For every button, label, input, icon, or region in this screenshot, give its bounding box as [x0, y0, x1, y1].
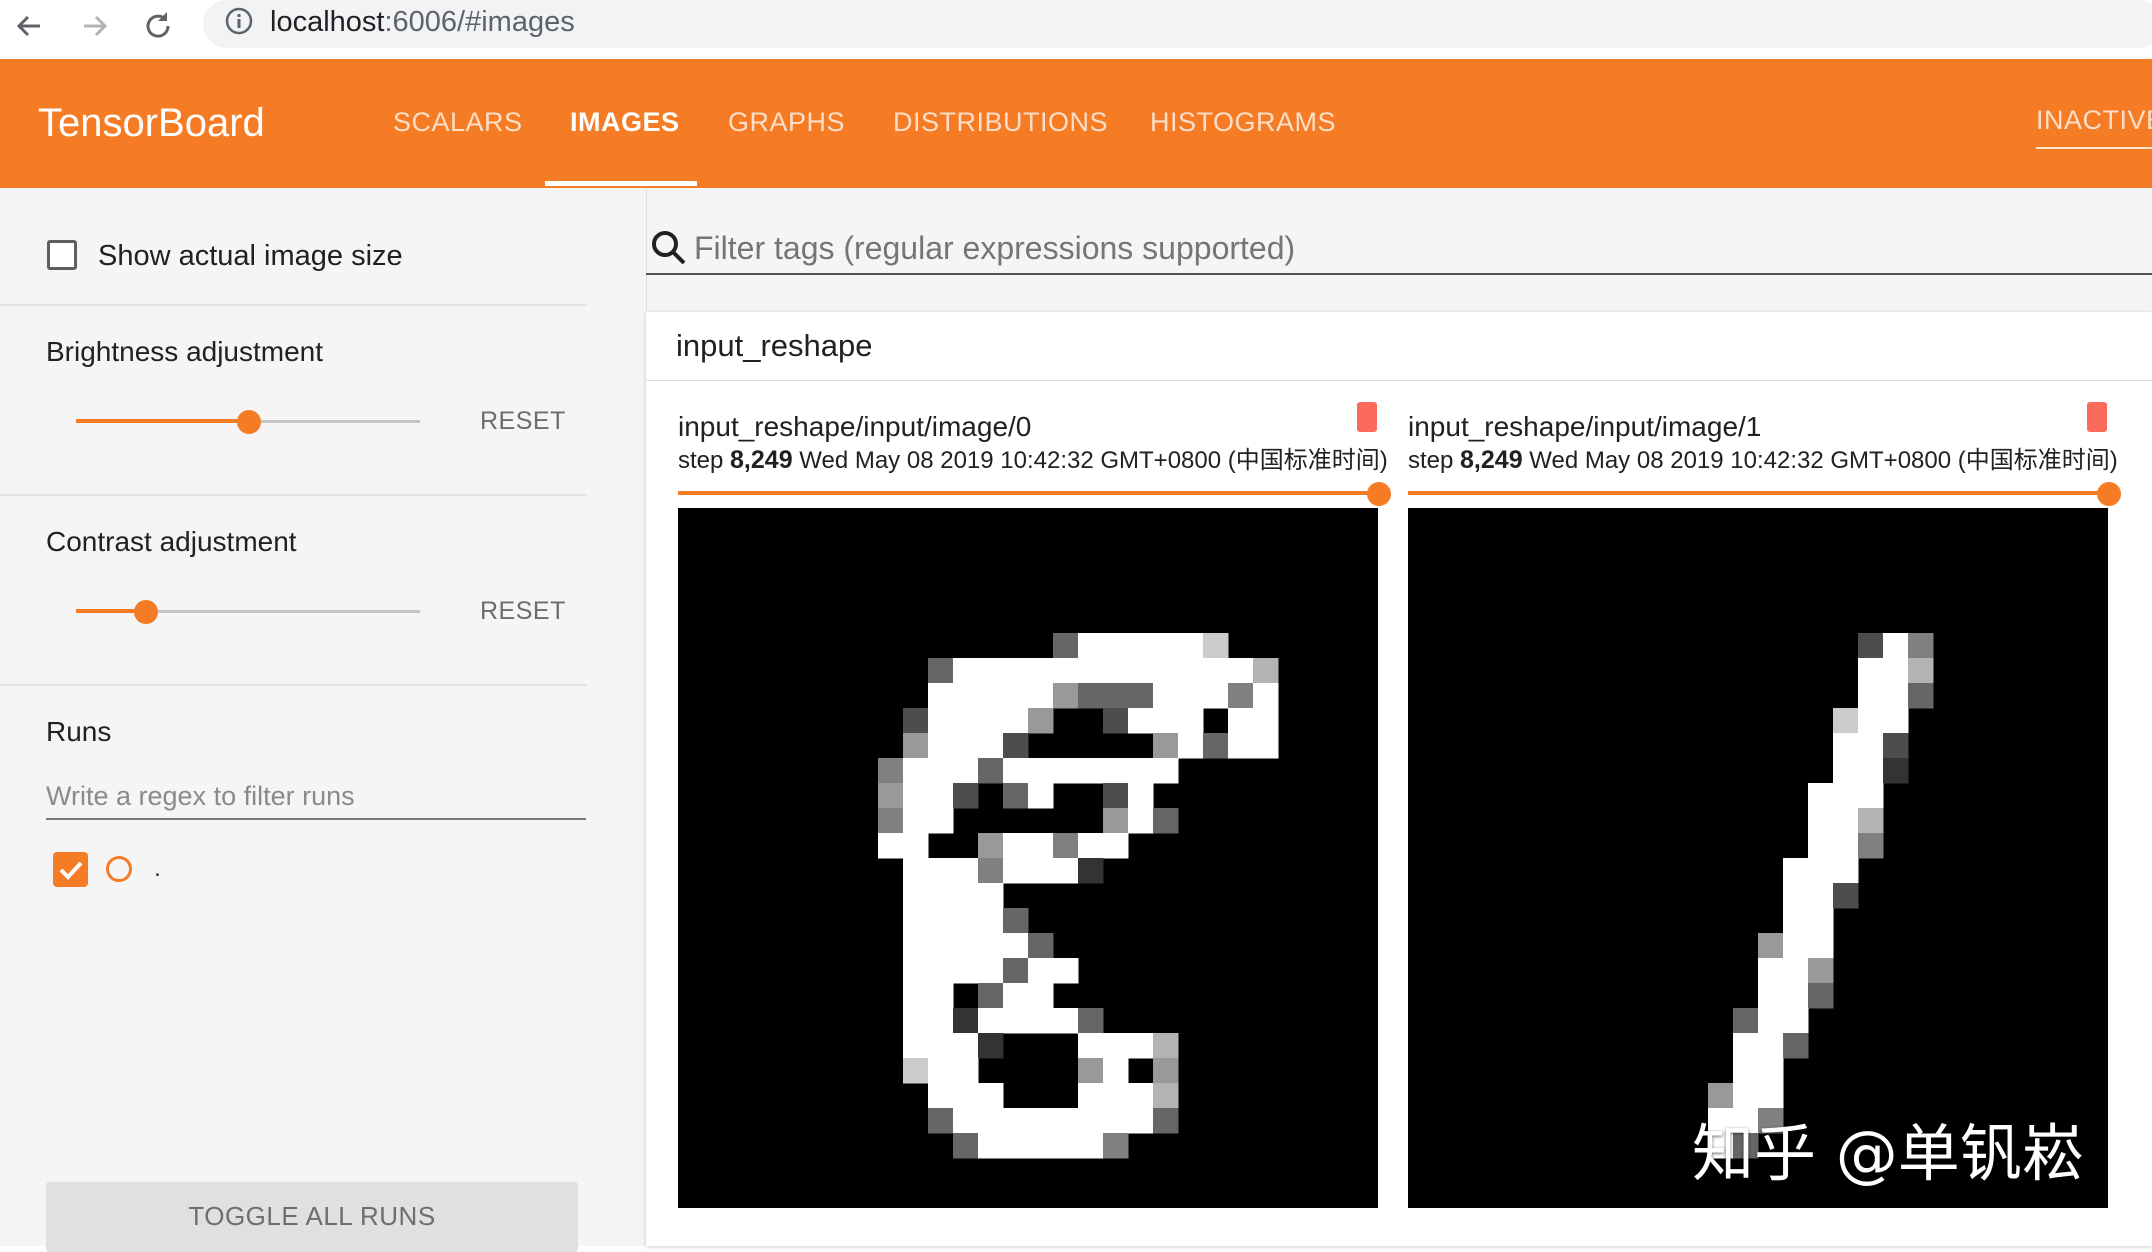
- brightness-slider-fill: [76, 419, 248, 423]
- step-value: 8,249: [1460, 446, 1523, 474]
- step-timestamp: Wed May 08 2019 10:42:32 GMT+0800 (中国标准时…: [792, 447, 1388, 474]
- active-tab-indicator: [545, 181, 697, 186]
- reload-icon[interactable]: [138, 6, 178, 46]
- brightness-slider-knob[interactable]: [237, 410, 261, 434]
- step-value: 8,249: [730, 446, 793, 474]
- contrast-label: Contrast adjustment: [46, 526, 297, 557]
- watermark-text: 知乎 @单钒崧: [1692, 1117, 2084, 1190]
- show-actual-size-label: Show actual image size: [98, 240, 403, 272]
- contrast-reset-button[interactable]: RESET: [480, 596, 566, 626]
- mnist-digit-image: [878, 633, 1279, 1159]
- image-display: [1408, 508, 2108, 1208]
- inactive-dropdown[interactable]: INACTIVE: [2036, 104, 2152, 136]
- run-name: .: [154, 854, 161, 882]
- browser-toolbar: localhost:6006/#images: [0, 0, 2152, 59]
- step-prefix: step: [678, 447, 731, 474]
- tab-distributions[interactable]: DISTRIBUTIONS: [893, 106, 1108, 138]
- tab-scalars[interactable]: SCALARS: [393, 106, 523, 138]
- step-slider-knob[interactable]: [1367, 482, 1391, 506]
- brightness-label: Brightness adjustment: [46, 336, 324, 367]
- inactive-dropdown-underline: [2036, 147, 2152, 149]
- run-color-indicator: [106, 856, 132, 882]
- brightness-reset-button[interactable]: RESET: [480, 406, 566, 436]
- app-title: TensorBoard: [38, 101, 265, 145]
- tag-filter-placeholder: Filter tags (regular expressions support…: [694, 230, 1296, 266]
- sidebar-divider: [0, 494, 587, 496]
- image-display: [678, 508, 1378, 1208]
- tab-histograms[interactable]: HISTOGRAMS: [1150, 106, 1336, 138]
- step-slider-track[interactable]: [678, 491, 1378, 495]
- runs-filter-input[interactable]: Write a regex to filter runs: [46, 778, 586, 820]
- url-host: localhost: [270, 6, 385, 38]
- url-path: :6006/#images: [384, 6, 575, 38]
- runs-title: Runs: [46, 716, 112, 747]
- image-group-title: input_reshape: [676, 328, 873, 363]
- run-checkbox[interactable]: [53, 852, 88, 887]
- image-step-info: step 8,249 Wed May 08 2019 10:42:32 GMT+…: [678, 446, 1388, 475]
- run-badge: [1357, 402, 1377, 432]
- step-timestamp: Wed May 08 2019 10:42:32 GMT+0800 (中国标准时…: [1522, 447, 2118, 474]
- image-title: input_reshape/input/image/0: [678, 411, 1032, 442]
- show-actual-size-checkbox[interactable]: [47, 240, 77, 270]
- checkmark-icon: [59, 861, 83, 880]
- info-icon[interactable]: [224, 6, 254, 36]
- step-prefix: step: [1408, 447, 1461, 474]
- sidebar-divider: [0, 304, 587, 306]
- image-step-info: step 8,249 Wed May 08 2019 10:42:32 GMT+…: [1408, 446, 2118, 475]
- sidebar-divider: [0, 684, 587, 686]
- app-toolbar: TensorBoard SCALARS IMAGES GRAPHS DISTRI…: [0, 59, 2152, 188]
- toggle-all-runs-button[interactable]: TOGGLE ALL RUNS: [46, 1182, 578, 1252]
- tab-images[interactable]: IMAGES: [570, 106, 680, 138]
- tab-graphs[interactable]: GRAPHS: [728, 106, 845, 138]
- run-badge: [2087, 402, 2107, 432]
- contrast-slider-knob[interactable]: [134, 600, 158, 624]
- step-slider-track[interactable]: [1408, 491, 2108, 495]
- forward-arrow-icon[interactable]: [74, 6, 114, 46]
- back-arrow-icon[interactable]: [10, 6, 50, 46]
- mnist-digit-image: [1708, 633, 1934, 1159]
- url-text[interactable]: localhost:6006/#images: [270, 4, 575, 40]
- step-slider-knob[interactable]: [2097, 482, 2121, 506]
- image-title: input_reshape/input/image/1: [1408, 411, 1762, 442]
